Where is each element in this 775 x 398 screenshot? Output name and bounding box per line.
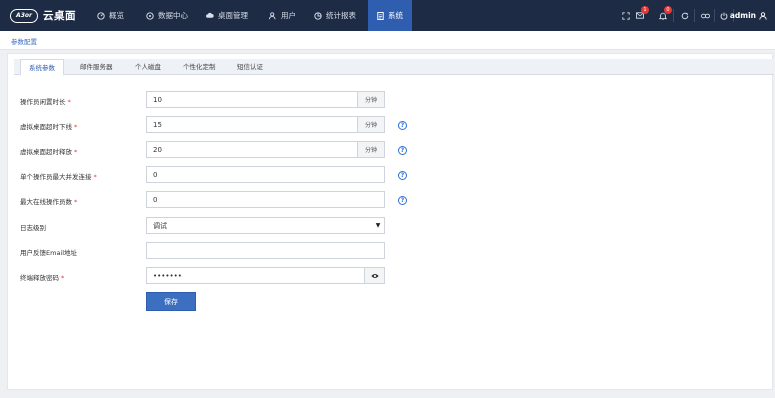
terminal-release-password-input[interactable]: ••••••• (146, 267, 385, 284)
caret-down-icon: ▼ (375, 222, 381, 229)
tab-personalization[interactable]: 个性化定制 (175, 59, 224, 75)
nav-item-statistics[interactable]: 统计报表 (314, 0, 356, 31)
toggle-visibility-button[interactable] (364, 268, 384, 283)
database-icon (146, 11, 154, 20)
nav-label: 统计报表 (326, 11, 356, 20)
save-button[interactable]: 保存 (146, 292, 196, 311)
user-name: admin (729, 11, 756, 20)
required-marker: * (93, 173, 97, 181)
desktop-offline-timeout-label: 虚拟桌面超时下线 * (20, 121, 77, 131)
label-text: 虚拟桌面超时下线 (20, 123, 72, 131)
input-value[interactable]: 20 (147, 146, 357, 154)
max-concurrent-input[interactable]: 0 (146, 166, 385, 183)
required-marker: * (67, 98, 71, 106)
nav-item-data-center[interactable]: 数据中心 (146, 0, 188, 31)
label-text: 日志级别 (20, 224, 46, 232)
cloud-logo-icon: A3or (10, 8, 38, 23)
brand-logo[interactable]: A3or 云桌面 (10, 6, 76, 25)
toolbar-divider (673, 9, 674, 22)
brand-name: 云桌面 (43, 10, 76, 22)
feedback-email-input[interactable] (146, 242, 385, 259)
help-icon[interactable]: ? (398, 196, 407, 205)
settings-panel: 系统参数 邮件服务器 个人磁盘 个性化定制 短信认证 (7, 53, 774, 390)
log-level-label: 日志级别 (20, 222, 46, 232)
help-icon[interactable]: ? (398, 146, 407, 155)
required-marker: * (74, 198, 78, 206)
dashboard-icon (97, 11, 105, 20)
tab-bar: 系统参数 邮件服务器 个人磁盘 个性化定制 短信认证 (14, 59, 774, 76)
label-text: 单个操作员最大并发连接 (20, 173, 92, 181)
terminal-release-password-label: 终端释放密码 * (20, 272, 64, 282)
help-icon[interactable]: ? (398, 121, 407, 130)
eye-icon (370, 273, 379, 278)
input-value[interactable]: 0 (147, 196, 384, 204)
idle-timeout-input[interactable]: 10 分钟 (146, 91, 385, 108)
toolbar-divider (714, 9, 715, 22)
document-icon (377, 11, 384, 20)
messages-badge: 1 (641, 6, 649, 14)
messages-button[interactable]: 1 (632, 0, 649, 31)
input-value[interactable]: 0 (147, 171, 384, 179)
refresh-button[interactable] (677, 0, 693, 31)
required-marker: * (74, 123, 78, 131)
nav-label: 用户 (281, 11, 296, 20)
refresh-icon (681, 12, 689, 19)
desktop-offline-timeout-input[interactable]: 15 分钟 (146, 116, 385, 133)
unit-addon: 分钟 (357, 92, 384, 107)
power-icon (720, 12, 728, 20)
expand-icon (622, 11, 630, 20)
nav-item-system[interactable]: 系统 (368, 0, 412, 31)
password-value[interactable]: ••••••• (147, 272, 364, 280)
label-text: 用户反馈Email地址 (20, 249, 78, 257)
required-marker: * (61, 274, 65, 282)
label-text: 虚拟桌面超时释放 (20, 148, 72, 156)
link-button[interactable] (697, 0, 713, 31)
tab-mail-server[interactable]: 邮件服务器 (72, 59, 121, 75)
input-value[interactable]: 15 (147, 121, 357, 129)
label-text: 终端释放密码 (20, 274, 59, 282)
feedback-email-label: 用户反馈Email地址 (20, 247, 77, 257)
nav-item-users[interactable]: 用户 (269, 0, 296, 31)
required-marker: * (74, 148, 78, 156)
label-text: 最大在线操作员数 (20, 198, 72, 206)
unit-addon: 分钟 (357, 117, 384, 132)
top-navigation-bar: A3or 云桌面 概览 数据中心 桌面管理 用户 统计报表 系统 1 0 adm… (0, 0, 775, 31)
log-level-select[interactable]: 调试 ▼ (146, 217, 385, 234)
breadcrumb: 参数配置 (0, 31, 775, 50)
select-value[interactable]: 调试 (147, 221, 372, 231)
users-icon (269, 11, 276, 19)
nav-label: 概览 (109, 11, 124, 20)
chart-icon (314, 11, 322, 20)
desktop-release-timeout-label: 虚拟桌面超时释放 * (20, 146, 77, 156)
cloud-icon (206, 12, 214, 18)
nav-label: 系统 (388, 11, 403, 20)
user-menu[interactable]: admin (730, 0, 767, 31)
toolbar-divider (694, 9, 695, 22)
max-online-label: 最大在线操作员数 * (20, 196, 77, 206)
user-icon (759, 11, 767, 20)
idle-timeout-label: 操作员闲置时长 * (20, 96, 71, 106)
nav-label: 桌面管理 (218, 11, 248, 20)
label-text: 操作员闲置时长 (20, 98, 66, 106)
link-icon (700, 13, 710, 18)
tab-personal-disk[interactable]: 个人磁盘 (127, 59, 169, 75)
alerts-badge: 0 (664, 6, 672, 14)
nav-item-overview[interactable]: 概览 (97, 0, 124, 31)
alerts-button[interactable]: 0 (655, 0, 672, 31)
nav-item-desktop-management[interactable]: 桌面管理 (205, 0, 248, 31)
max-online-input[interactable]: 0 (146, 191, 385, 208)
tab-sms-auth[interactable]: 短信认证 (229, 59, 271, 75)
input-value[interactable]: 10 (147, 96, 357, 104)
tab-system-params[interactable]: 系统参数 (20, 59, 64, 76)
unit-addon: 分钟 (357, 142, 384, 157)
desktop-release-timeout-input[interactable]: 20 分钟 (146, 141, 385, 158)
nav-label: 数据中心 (158, 11, 188, 20)
help-icon[interactable]: ? (398, 171, 407, 180)
max-concurrent-label: 单个操作员最大并发连接 * (20, 171, 97, 181)
breadcrumb-item[interactable]: 参数配置 (11, 36, 37, 46)
